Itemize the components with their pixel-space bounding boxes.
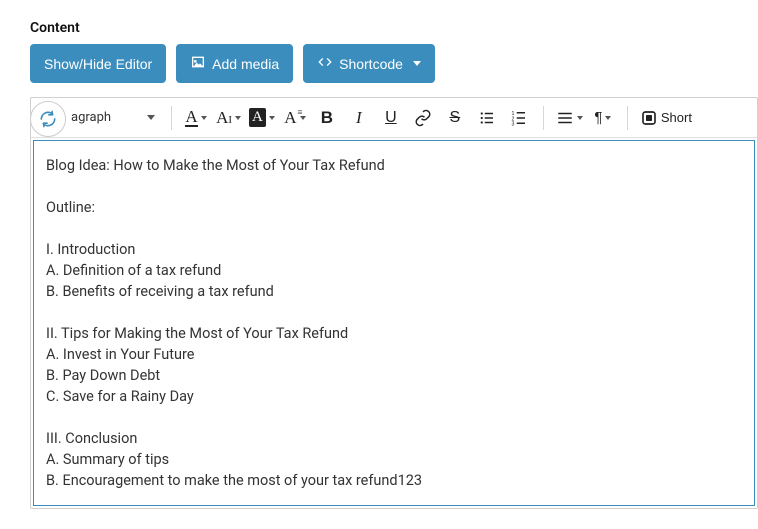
line-height-button[interactable]: A≡ xyxy=(279,102,311,134)
strikethrough-icon: S xyxy=(450,109,461,127)
editor-line: II. Tips for Making the Most of Your Tax… xyxy=(46,323,742,344)
editor-line xyxy=(46,407,742,428)
editor-textarea[interactable]: Blog Idea: How to Make the Most of Your … xyxy=(33,140,755,506)
chevron-down-icon xyxy=(235,116,241,120)
pilcrow-icon: ¶ xyxy=(594,109,602,126)
chevron-down-icon xyxy=(413,61,421,66)
numbered-list-button[interactable]: 1 2 3 xyxy=(503,102,535,134)
content-label: Content xyxy=(30,20,758,36)
bold-button[interactable]: B xyxy=(311,102,343,134)
separator xyxy=(627,106,628,130)
highlight-icon: A xyxy=(249,108,266,127)
svg-text:3: 3 xyxy=(511,121,514,127)
chevron-down-icon xyxy=(201,116,207,120)
shortcode-button[interactable]: Shortcode xyxy=(303,44,435,83)
font-size-icon: AI xyxy=(216,108,232,128)
short-label: Short xyxy=(661,110,692,125)
chevron-down-icon xyxy=(269,116,275,120)
chevron-down-icon xyxy=(577,116,583,120)
editor-line: B. Encouragement to make the most of you… xyxy=(46,470,742,491)
editor-line: III. Conclusion xyxy=(46,428,742,449)
editor-line: Blog Idea: How to Make the Most of Your … xyxy=(46,155,742,176)
editor-line xyxy=(46,176,742,197)
text-color-button[interactable]: A xyxy=(180,102,212,134)
separator xyxy=(543,106,544,130)
editor-line: A. Invest in Your Future xyxy=(46,344,742,365)
image-icon xyxy=(190,54,206,73)
refresh-button[interactable] xyxy=(30,101,66,137)
font-size-button[interactable]: AI xyxy=(212,102,245,134)
shortcode-label: Shortcode xyxy=(339,56,403,72)
editor-container: agraph A AI A A≡ B I U xyxy=(30,97,758,509)
align-icon xyxy=(556,109,574,127)
format-dropdown[interactable]: agraph xyxy=(63,106,163,129)
editor-line: A. Definition of a tax refund xyxy=(46,260,742,281)
short-button[interactable]: Short xyxy=(636,102,696,134)
text-color-icon: A xyxy=(185,108,197,127)
strikethrough-button[interactable]: S xyxy=(439,102,471,134)
editor-line xyxy=(46,218,742,239)
underline-button[interactable]: U xyxy=(375,102,407,134)
chevron-down-icon xyxy=(605,116,611,120)
editor-line: I. Introduction xyxy=(46,239,742,260)
paragraph-button[interactable]: ¶ xyxy=(587,102,619,134)
show-hide-editor-button[interactable]: Show/Hide Editor xyxy=(30,44,166,83)
add-media-button[interactable]: Add media xyxy=(176,44,293,83)
line-height-icon: A≡ xyxy=(284,108,296,128)
editor-toolbar: agraph A AI A A≡ B I U xyxy=(31,98,757,138)
italic-icon: I xyxy=(356,108,362,128)
link-button[interactable] xyxy=(407,102,439,134)
align-button[interactable] xyxy=(552,102,587,134)
square-icon xyxy=(640,109,658,127)
code-icon xyxy=(317,54,333,73)
add-media-label: Add media xyxy=(212,56,279,72)
editor-line: A. Summary of tips xyxy=(46,449,742,470)
link-icon xyxy=(414,109,432,127)
editor-line: B. Benefits of receiving a tax refund xyxy=(46,281,742,302)
sync-icon xyxy=(38,109,58,129)
bullet-list-icon xyxy=(478,109,496,127)
editor-line: B. Pay Down Debt xyxy=(46,365,742,386)
bullet-list-button[interactable] xyxy=(471,102,503,134)
editor-line: Outline: xyxy=(46,197,742,218)
numbered-list-icon: 1 2 3 xyxy=(510,109,528,127)
format-value: agraph xyxy=(71,110,111,125)
show-hide-editor-label: Show/Hide Editor xyxy=(44,56,152,72)
separator xyxy=(171,106,172,130)
bold-icon: B xyxy=(321,108,333,128)
chevron-down-icon xyxy=(147,115,155,120)
underline-icon: U xyxy=(385,109,397,127)
italic-button[interactable]: I xyxy=(343,102,375,134)
editor-line: C. Save for a Rainy Day xyxy=(46,386,742,407)
action-button-row: Show/Hide Editor Add media Shortcode xyxy=(30,44,758,83)
highlight-button[interactable]: A xyxy=(245,102,279,134)
editor-line xyxy=(46,302,742,323)
